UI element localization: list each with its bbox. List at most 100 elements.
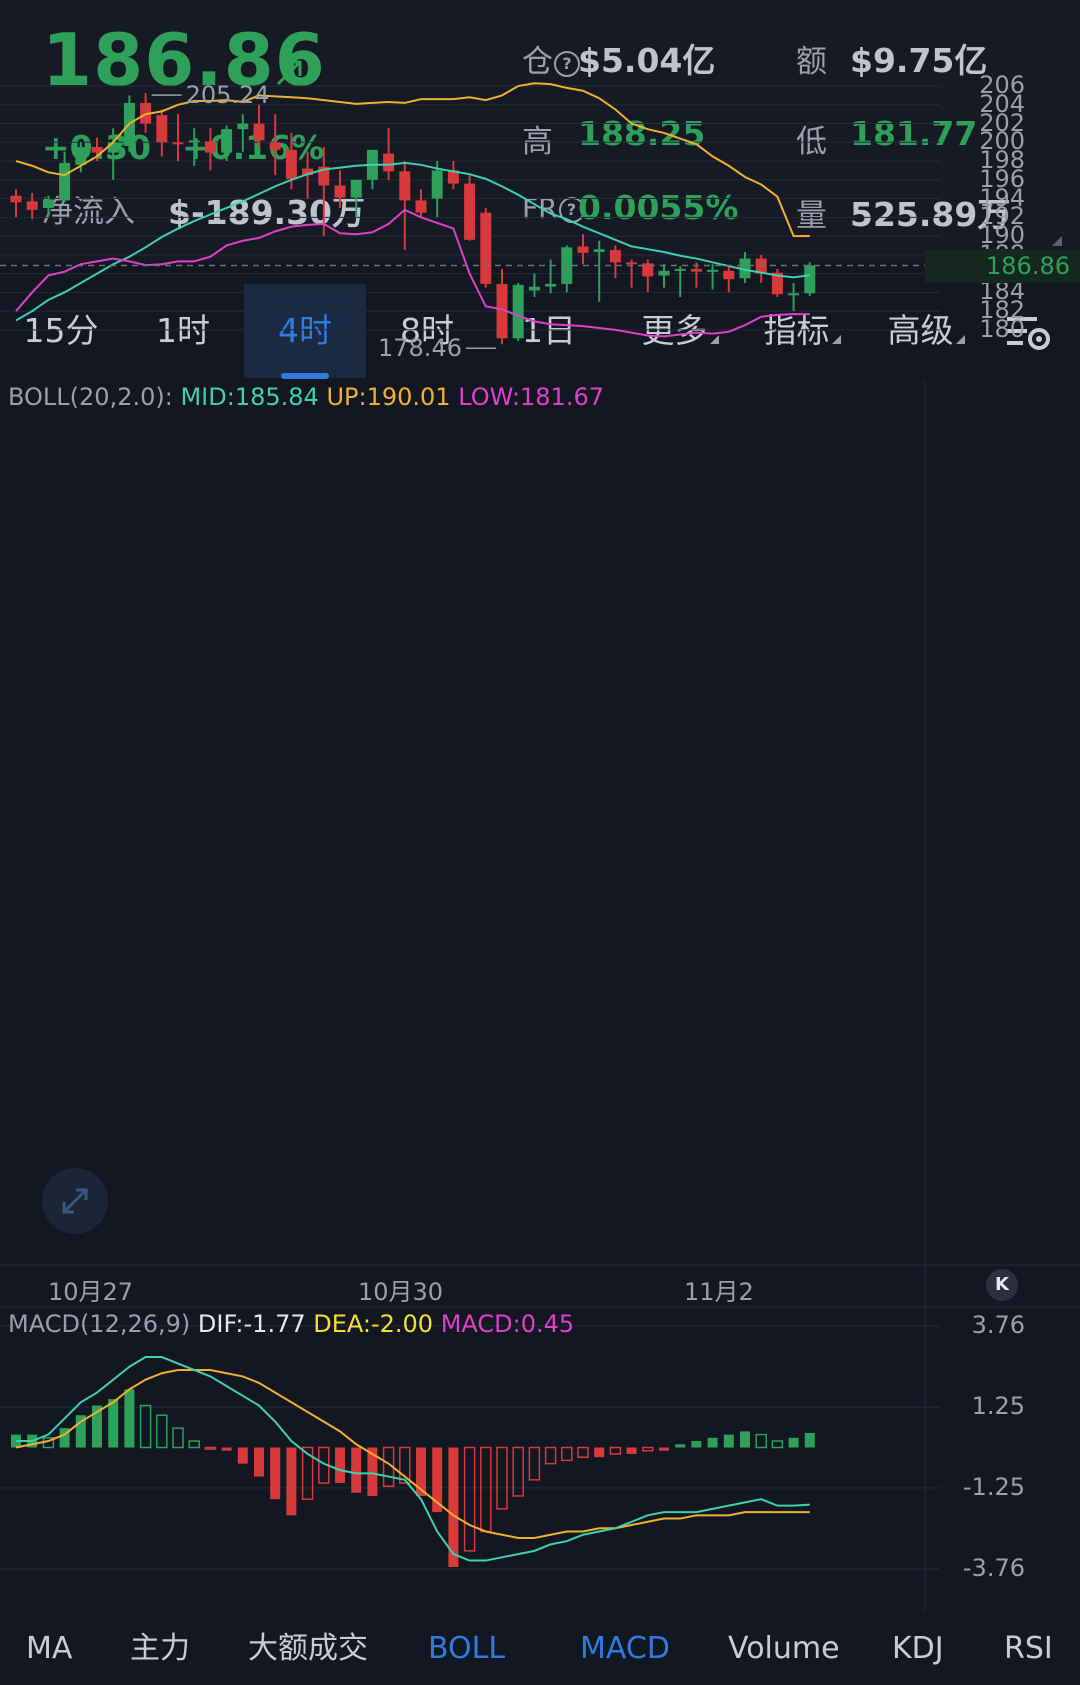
macd-legend: MACD(12,26,9) DIF:-1.77 DEA:-2.00 MACD:0… <box>8 1310 574 1338</box>
macd-legend-name: MACD(12,26,9) <box>8 1310 191 1338</box>
macd-tick: -3.76 <box>962 1553 1025 1582</box>
macd-hist-bar <box>139 1404 152 1449</box>
macd-hist-bar <box>609 1446 622 1455</box>
kline-chart[interactable] <box>0 0 1080 1685</box>
candle-body <box>156 115 168 143</box>
date-tick: 11月2 <box>684 1278 754 1306</box>
macd-hist-bar <box>480 1446 492 1533</box>
candle-body <box>59 162 71 201</box>
candle-body <box>285 149 297 179</box>
macd-hist-bar <box>755 1433 767 1449</box>
macd-hist-bar <box>237 1447 248 1464</box>
macd-hist-bar <box>740 1431 750 1448</box>
candle-body <box>237 123 249 130</box>
candle-body <box>545 283 557 287</box>
candle-body <box>350 179 362 198</box>
macd-hist-bar <box>723 1434 734 1448</box>
macd-hist-bar <box>204 1446 217 1450</box>
boll-legend-mid: MID:185.84 <box>180 383 319 411</box>
candle-body <box>188 140 200 143</box>
macd-hist-bar <box>544 1446 557 1465</box>
candle-body <box>334 185 346 198</box>
boll-legend-up: UP:190.01 <box>326 383 451 411</box>
macd-hist-bar <box>642 1446 654 1452</box>
indicator-large-trades[interactable]: 大额成交 <box>248 1612 368 1685</box>
indicator-rsi[interactable]: RSI <box>1004 1612 1053 1685</box>
candle-body <box>464 183 476 240</box>
macd-hist-bar <box>528 1446 541 1481</box>
macd-tick: -1.25 <box>962 1472 1025 1501</box>
candle-body <box>75 146 87 165</box>
boll-legend-low: LOW:181.67 <box>458 383 604 411</box>
candle-body <box>399 171 411 201</box>
indicator-main-force[interactable]: 主力 <box>130 1612 190 1685</box>
macd-hist-bar <box>577 1446 589 1458</box>
macd-hist-bar <box>788 1437 799 1448</box>
candle-body <box>204 141 216 153</box>
macd-hist-bar <box>512 1446 524 1497</box>
macd-hist-bar <box>188 1440 200 1449</box>
boll-legend-name: BOLL(20,2.0): <box>8 383 173 411</box>
macd-hist-bar <box>626 1447 637 1454</box>
macd-hist-bar <box>172 1427 184 1449</box>
macd-hist-bar <box>463 1446 476 1552</box>
boll-legend: BOLL(20,2.0): MID:185.84 UP:190.01 LOW:1… <box>8 383 604 411</box>
macd-hist-bar <box>561 1446 573 1462</box>
macd-tick: 1.25 <box>971 1392 1025 1421</box>
candle-body <box>431 170 443 199</box>
indicator-kdj[interactable]: KDJ <box>892 1612 944 1685</box>
macd-hist-bar <box>771 1440 784 1449</box>
candle-body <box>221 129 233 153</box>
macd-hist-bar <box>108 1399 119 1448</box>
macd-hist-bar <box>124 1389 135 1448</box>
macd-hist-bar <box>156 1414 168 1449</box>
indicator-boll[interactable]: BOLL <box>428 1612 505 1685</box>
candle-body <box>383 153 395 172</box>
current-price-tag: 186.86 <box>925 248 1080 283</box>
macd-hist-bar <box>594 1447 605 1458</box>
candle-body <box>107 142 119 153</box>
fullscreen-button[interactable] <box>42 1168 108 1234</box>
date-tick: 10月30 <box>358 1278 444 1306</box>
candle-body <box>707 269 719 272</box>
low-marker-label: 178.46 <box>378 334 462 363</box>
candle-body <box>609 250 621 263</box>
expand-icon <box>62 1188 88 1214</box>
macd-dif-line <box>16 1356 810 1562</box>
candle-body <box>723 270 735 280</box>
scroll-to-latest-button[interactable]: K <box>986 1269 1018 1301</box>
candle-body <box>804 265 816 294</box>
candle-body <box>172 142 184 145</box>
macd-hist-bar <box>254 1447 264 1477</box>
price-tick: 180 <box>979 314 1025 343</box>
candle-body <box>593 249 605 253</box>
candle-body <box>528 286 540 291</box>
date-tick: 10月27 <box>48 1278 134 1306</box>
macd-hist-bar <box>659 1447 669 1451</box>
macd-tick: 3.76 <box>971 1311 1025 1340</box>
indicator-ma[interactable]: MA <box>26 1612 72 1685</box>
candle-body <box>10 195 22 203</box>
candle-body <box>269 142 281 150</box>
candle-body <box>577 246 589 253</box>
candle-body <box>788 293 800 296</box>
indicator-volume[interactable]: Volume <box>728 1612 840 1685</box>
indicator-tabs: MA 主力 大额成交 BOLL MACD Volume KDJ RSI <box>0 1612 1080 1685</box>
macd-hist-bar <box>351 1447 362 1493</box>
macd-hist-bar <box>707 1437 718 1448</box>
indicator-macd[interactable]: MACD <box>580 1612 670 1685</box>
candle-body <box>42 199 54 208</box>
candle-body <box>512 284 524 339</box>
candle-body <box>253 123 265 141</box>
candle-body <box>480 212 492 284</box>
macd-hist-bar <box>286 1447 297 1516</box>
macd-hist-bar <box>270 1447 281 1500</box>
macd-hist-bar <box>804 1432 815 1448</box>
candle-body <box>26 201 38 210</box>
boll-mid-line <box>15 161 810 322</box>
candle-body <box>658 270 670 276</box>
candle-body <box>626 262 638 265</box>
macd-hist-bar <box>675 1444 686 1448</box>
macd-legend-macd: MACD:0.45 <box>440 1310 575 1338</box>
macd-hist-bar <box>335 1447 345 1484</box>
